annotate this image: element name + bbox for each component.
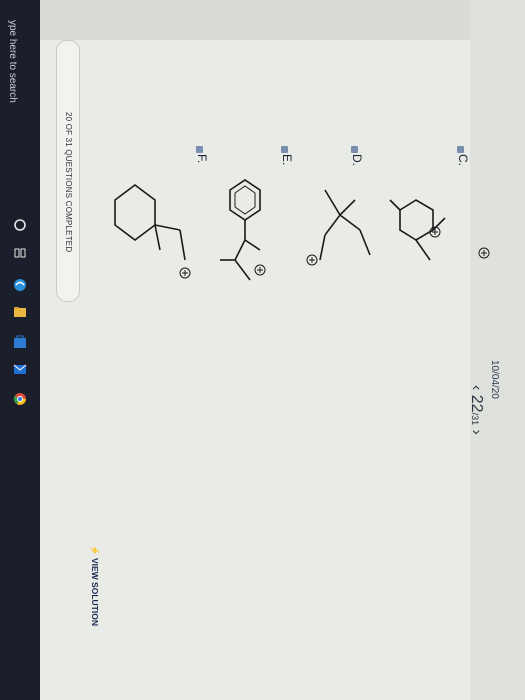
question-pager: ‹ 22/31 › (467, 385, 485, 435)
option-e-checkbox[interactable] (281, 146, 288, 153)
store-icon[interactable] (13, 335, 27, 349)
file-explorer-icon[interactable] (13, 305, 27, 319)
option-e-charge-icon (254, 264, 266, 276)
structures-canvas (114, 179, 490, 281)
option-e-structure[interactable] (220, 179, 261, 281)
previous-question-button[interactable]: ‹ (468, 385, 485, 390)
edge-icon[interactable] (13, 278, 27, 292)
task-view-icon[interactable] (13, 246, 27, 260)
option-c-checkbox[interactable] (457, 146, 464, 153)
browser-page (40, 0, 525, 700)
option-d-structure[interactable] (319, 189, 371, 261)
header-strip (470, 0, 525, 700)
option-f-checkbox[interactable] (196, 146, 203, 153)
option-d-charge-icon (306, 254, 318, 266)
option-f-charge-icon (179, 267, 191, 279)
progress-text: 20 OF 31 QUESTIONS COMPLETED (64, 112, 73, 253)
next-question-button[interactable]: › (468, 430, 485, 435)
chrome-icon[interactable] (13, 392, 27, 406)
option-d-checkbox[interactable] (351, 146, 358, 153)
date-label: 10/04/20 (489, 360, 500, 399)
option-f-structure[interactable] (114, 184, 186, 261)
option-c-structure[interactable] (389, 199, 446, 261)
browser-chrome-strip (40, 0, 525, 40)
current-question-number: 22 (468, 394, 485, 413)
total-questions: /31 (470, 412, 480, 426)
view-solution-button[interactable]: ⚡ VIEW SOLUTION (89, 545, 100, 626)
mail-icon[interactable] (13, 362, 27, 376)
taskbar: ype here to search (0, 0, 40, 700)
lightning-icon: ⚡ (90, 545, 100, 556)
search-icon[interactable] (13, 218, 27, 232)
view-solution-label: VIEW SOLUTION (90, 557, 100, 626)
taskbar-search-box[interactable]: ype here to search (7, 20, 18, 103)
plus-charge-icon (478, 247, 490, 259)
